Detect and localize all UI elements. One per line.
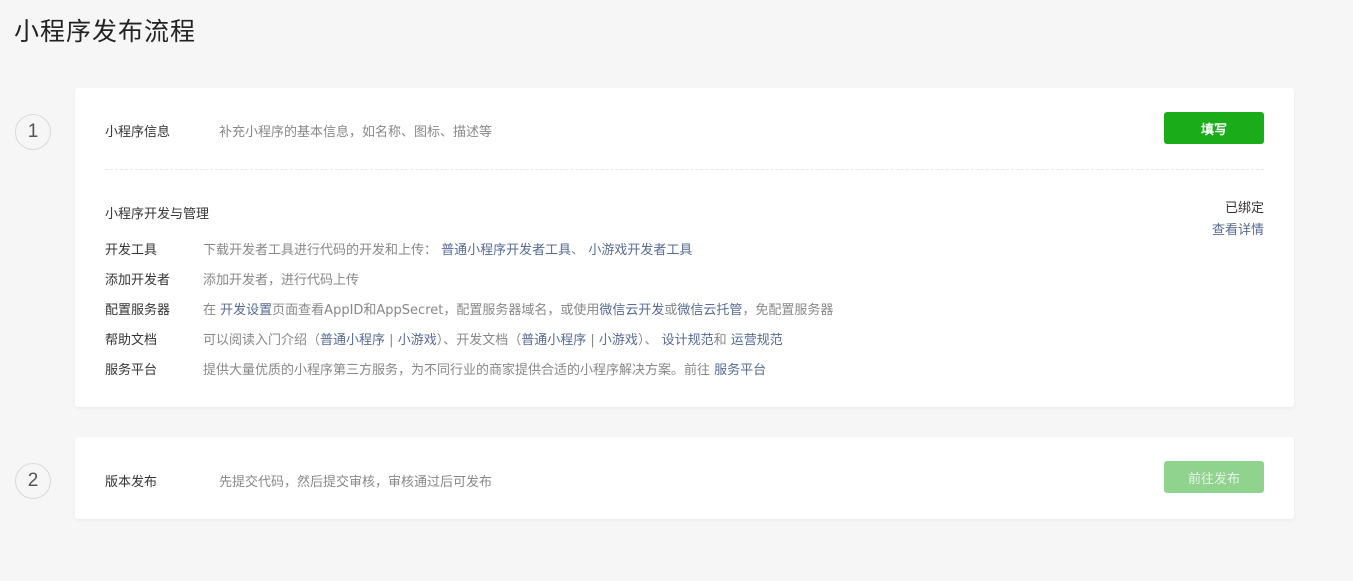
dev-tools-label: 开发工具 bbox=[105, 243, 158, 258]
help-docs-text-1: 可以阅读入门介绍（ bbox=[203, 333, 321, 348]
step-number-2: 2 bbox=[15, 463, 51, 499]
docs-mini-program-link[interactable]: 普通小程序 bbox=[521, 333, 586, 348]
wechat-cloud-dev-link[interactable]: 微信云开发 bbox=[599, 303, 664, 318]
server-config-text-3: 或 bbox=[664, 303, 678, 318]
version-release-description: 先提交代码，然后提交审核，审核通过后可发布 bbox=[219, 475, 493, 490]
dev-tools-separator: 、 bbox=[571, 243, 585, 258]
dev-tools-row: 开发工具 下载开发者工具进行代码的开发和上传： 普通小程序开发者工具、 小游戏开… bbox=[105, 241, 1264, 261]
help-docs-text-3: ）、 bbox=[637, 333, 658, 348]
mini-program-devtools-link[interactable]: 普通小程序开发者工具 bbox=[441, 243, 571, 258]
add-developer-row: 添加开发者 添加开发者，进行代码上传 bbox=[105, 271, 1264, 291]
service-platform-content: 提供大量优质的小程序第三方服务，为不同行业的商家提供合适的小程序解决方案。前往 … bbox=[203, 361, 766, 381]
step-number-1: 1 bbox=[15, 114, 51, 150]
intro-mini-game-link[interactable]: 小游戏 bbox=[398, 333, 437, 348]
server-config-text-2: 页面查看AppID和AppSecret，配置服务器域名，或使用 bbox=[272, 303, 600, 318]
mini-program-info-label: 小程序信息 bbox=[105, 125, 171, 140]
docs-mini-game-link[interactable]: 小游戏 bbox=[599, 333, 638, 348]
intro-separator: | bbox=[389, 333, 394, 348]
service-platform-row: 服务平台 提供大量优质的小程序第三方服务，为不同行业的商家提供合适的小程序解决方… bbox=[105, 361, 1264, 381]
mini-program-info-description: 补充小程序的基本信息，如名称、图标、描述等 bbox=[219, 125, 493, 140]
server-config-row: 配置服务器 在 开发设置页面查看AppID和AppSecret，配置服务器域名，… bbox=[105, 301, 1264, 321]
service-platform-text: 提供大量优质的小程序第三方服务，为不同行业的商家提供合适的小程序解决方案。前往 bbox=[203, 363, 711, 378]
dev-tools-text: 下载开发者工具进行代码的开发和上传： bbox=[203, 243, 438, 258]
go-publish-button[interactable]: 前往发布 bbox=[1164, 461, 1264, 493]
operation-guidelines-link[interactable]: 运营规范 bbox=[731, 333, 783, 348]
help-docs-text-4: 和 bbox=[713, 333, 727, 348]
step-2-card: 版本发布 先提交代码，然后提交审核，审核通过后可发布 前往发布 bbox=[75, 437, 1294, 519]
help-docs-label: 帮助文档 bbox=[105, 333, 158, 348]
fill-in-button[interactable]: 填写 bbox=[1164, 112, 1264, 144]
dev-management-title: 小程序开发与管理 bbox=[105, 207, 210, 222]
design-guidelines-link[interactable]: 设计规范 bbox=[662, 333, 714, 348]
mini-game-devtools-link[interactable]: 小游戏开发者工具 bbox=[588, 243, 692, 258]
service-platform-label: 服务平台 bbox=[105, 363, 158, 378]
add-developer-content: 添加开发者，进行代码上传 bbox=[203, 273, 360, 288]
server-config-text-4: ，免配置服务器 bbox=[742, 303, 834, 318]
help-docs-content: 可以阅读入门介绍（普通小程序 | 小游戏）、开发文档（普通小程序 | 小游戏）、… bbox=[203, 331, 783, 351]
wechat-cloud-hosting-link[interactable]: 微信云托管 bbox=[677, 303, 742, 318]
server-config-content: 在 开发设置页面查看AppID和AppSecret，配置服务器域名，或使用微信云… bbox=[203, 301, 833, 321]
help-docs-text-2: ）、开发文档（ bbox=[436, 333, 522, 348]
section-divider bbox=[105, 169, 1264, 170]
add-developer-label: 添加开发者 bbox=[105, 273, 171, 288]
service-platform-link[interactable]: 服务平台 bbox=[714, 363, 766, 378]
dev-settings-link[interactable]: 开发设置 bbox=[220, 303, 272, 318]
step-1-card: 小程序信息 补充小程序的基本信息，如名称、图标、描述等 填写 小程序开发与管理 … bbox=[75, 88, 1294, 407]
docs-separator: | bbox=[590, 333, 595, 348]
view-details-link[interactable]: 查看详情 bbox=[1212, 219, 1264, 238]
dev-tools-content: 下载开发者工具进行代码的开发和上传： 普通小程序开发者工具、 小游戏开发者工具 bbox=[203, 241, 692, 261]
server-config-text-1: 在 bbox=[203, 303, 217, 318]
server-config-label: 配置服务器 bbox=[105, 303, 171, 318]
bound-status: 已绑定 bbox=[1224, 201, 1264, 216]
page-title: 小程序发布流程 bbox=[14, 17, 197, 46]
help-docs-row: 帮助文档 可以阅读入门介绍（普通小程序 | 小游戏）、开发文档（普通小程序 | … bbox=[105, 331, 1264, 351]
version-release-label: 版本发布 bbox=[105, 475, 158, 490]
intro-mini-program-link[interactable]: 普通小程序 bbox=[320, 333, 385, 348]
